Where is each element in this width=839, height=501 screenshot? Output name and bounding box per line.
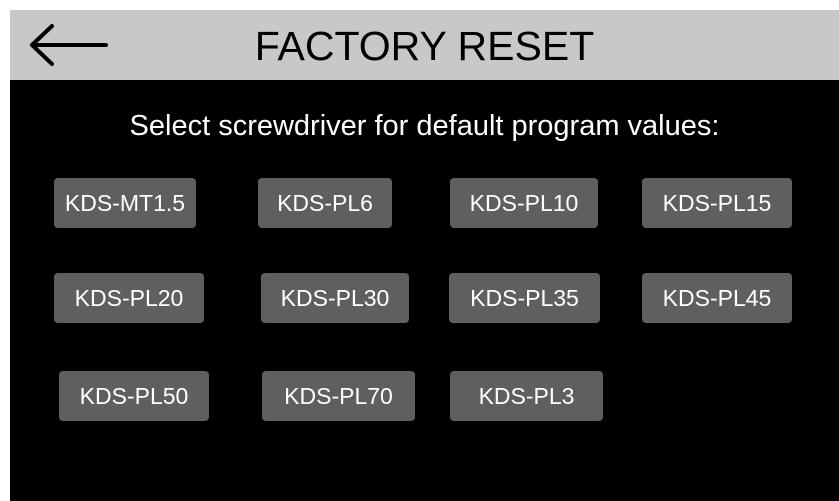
header-bar: FACTORY RESET [10, 10, 839, 80]
page-title: FACTORY RESET [254, 23, 595, 69]
screwdriver-button-kds-pl50[interactable]: KDS-PL50 [59, 371, 209, 421]
screwdriver-button-kds-pl3[interactable]: KDS-PL3 [450, 371, 603, 421]
screwdriver-button-kds-mt1-5[interactable]: KDS-MT1.5 [54, 178, 196, 228]
back-button[interactable] [26, 20, 110, 70]
screwdriver-button-kds-pl35[interactable]: KDS-PL35 [449, 273, 600, 323]
screwdriver-button-kds-pl10[interactable]: KDS-PL10 [450, 178, 598, 228]
instruction-text: Select screwdriver for default program v… [129, 110, 720, 142]
screwdriver-button-kds-pl45[interactable]: KDS-PL45 [642, 273, 792, 323]
screwdriver-button-kds-pl15[interactable]: KDS-PL15 [642, 178, 792, 228]
screwdriver-button-kds-pl70[interactable]: KDS-PL70 [262, 371, 415, 421]
screwdriver-button-kds-pl6[interactable]: KDS-PL6 [258, 178, 392, 228]
screwdriver-button-kds-pl20[interactable]: KDS-PL20 [54, 273, 204, 323]
screwdriver-button-kds-pl30[interactable]: KDS-PL30 [261, 273, 409, 323]
screen: FACTORY RESET Select screwdriver for def… [10, 10, 839, 501]
left-arrow-icon [30, 24, 108, 66]
